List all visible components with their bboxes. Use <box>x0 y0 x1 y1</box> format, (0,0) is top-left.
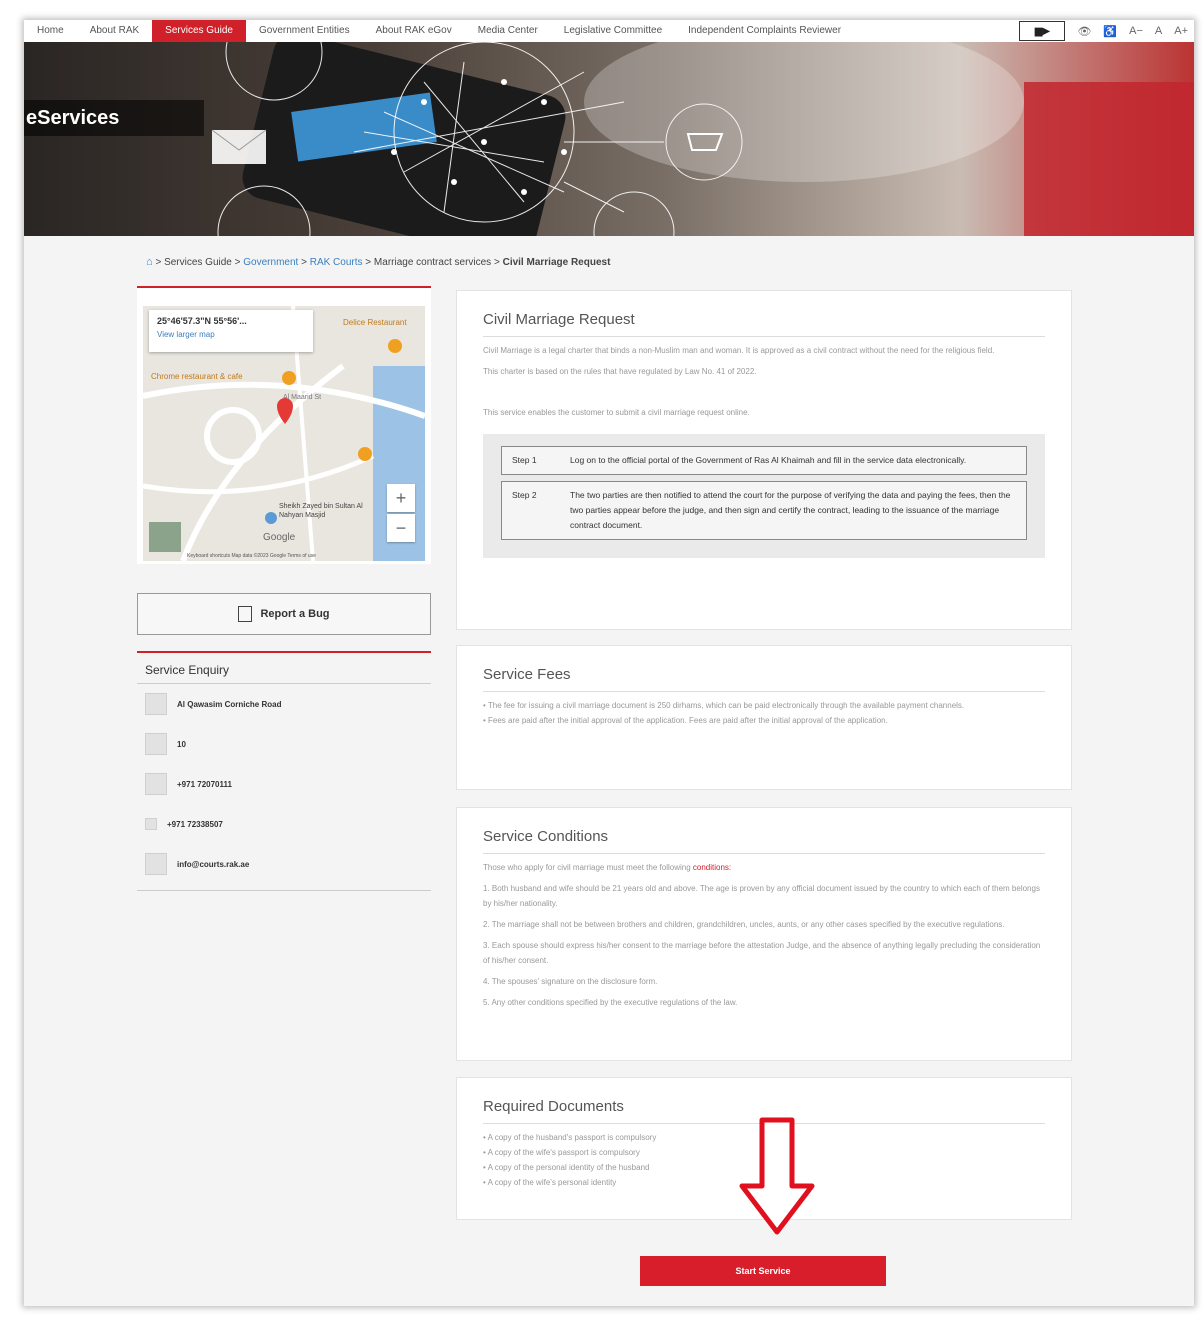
condition-item: 2. The marriage shall not be between bro… <box>483 920 1005 929</box>
font-decrease-button[interactable]: A− <box>1129 25 1143 37</box>
zoom-in-button[interactable]: + <box>387 484 415 512</box>
fee-item: • Fees are paid after the initial approv… <box>483 716 888 725</box>
enquiry-fax: +971 72338507 <box>137 804 431 844</box>
map-panel: 25°46'57.3"N 55°56'... View larger map D… <box>137 286 431 564</box>
report-icon <box>238 606 253 622</box>
map-label-restaurant: Delice Restaurant <box>343 318 407 327</box>
step-label: Step 2 <box>512 490 537 500</box>
breadcrumb-marriage-services[interactable]: Marriage contract services <box>374 257 491 268</box>
step-text: Log on to the official portal of the Gov… <box>570 455 967 465</box>
hero-banner: eServices <box>24 42 1194 236</box>
breadcrumb: ⌂ > Services Guide > Government > RAK Co… <box>146 256 611 268</box>
top-nav: Home About RAK Services Guide Government… <box>24 20 1194 42</box>
nav-legislative-committee[interactable]: Legislative Committee <box>551 20 675 42</box>
enquiry-po-box: 10 <box>137 724 431 764</box>
breadcrumb-rak-courts[interactable]: RAK Courts <box>310 257 363 268</box>
condition-item: 1. Both husband and wife should be 21 ye… <box>483 884 1040 908</box>
nav-about-rak-egov[interactable]: About RAK eGov <box>363 20 465 42</box>
map-label-mosque: Sheikh Zayed bin Sultan Al Nahyan Masjid <box>279 503 363 519</box>
condition-item: 3. Each spouse should express his/her co… <box>483 941 1041 965</box>
request-title: Civil Marriage Request <box>483 291 1045 337</box>
breadcrumb-services-guide[interactable]: Services Guide <box>164 257 232 268</box>
eye-icon[interactable]: 👁 <box>1077 25 1091 38</box>
step-1: Step 1 Log on to the official portal of … <box>501 446 1027 475</box>
start-service-button[interactable]: Start Service <box>640 1256 886 1286</box>
request-law: This charter is based on the rules that … <box>483 367 757 376</box>
nav-complaints-reviewer[interactable]: Independent Complaints Reviewer <box>675 20 854 42</box>
nav-media-center[interactable]: Media Center <box>465 20 551 42</box>
request-enables: This service enables the customer to sub… <box>483 408 750 417</box>
nav-about-rak[interactable]: About RAK <box>77 20 152 42</box>
conditions-link[interactable]: conditions: <box>693 863 731 872</box>
map-label-cafe: Chrome restaurant & cafe <box>151 372 243 381</box>
enquiry-phone: +971 72070111 <box>137 764 431 804</box>
network-illustration <box>211 42 1194 236</box>
conditions-card: Service Conditions Those who apply for c… <box>456 807 1072 1061</box>
font-increase-button[interactable]: A+ <box>1174 25 1188 37</box>
mailbox-icon <box>145 733 167 755</box>
conditions-intro: Those who apply for civil marriage must … <box>483 863 732 872</box>
request-intro: Civil Marriage is a legal charter that b… <box>483 346 995 355</box>
phone-icon <box>145 773 167 795</box>
hero-title: eServices <box>24 100 204 136</box>
map-coordinates: 25°46'57.3"N 55°56'... <box>157 316 247 326</box>
zoom-out-button[interactable]: − <box>387 514 415 542</box>
step-label: Step 1 <box>512 455 537 465</box>
breadcrumb-current: Civil Marriage Request <box>502 257 611 268</box>
page-frame: Home About RAK Services Guide Government… <box>24 20 1194 1306</box>
email-icon <box>145 853 167 875</box>
down-arrow-icon <box>739 1117 815 1235</box>
condition-item: 5. Any other conditions specified by the… <box>483 998 738 1007</box>
steps-box: Step 1 Log on to the official portal of … <box>483 434 1045 558</box>
nav-government-entities[interactable]: Government Entities <box>246 20 363 42</box>
report-bug-button[interactable]: Report a Bug <box>137 593 431 635</box>
service-enquiry-panel: Service Enquiry Al Qawasim Corniche Road… <box>137 651 431 891</box>
enquiry-address: Al Qawasim Corniche Road <box>137 684 431 724</box>
breadcrumb-government[interactable]: Government <box>243 257 298 268</box>
request-card: Civil Marriage Request Civil Marriage is… <box>456 290 1072 630</box>
conditions-title: Service Conditions <box>483 808 1045 854</box>
accessibility-tools: ▆▶ 👁 ♿ A− A A+ <box>1019 21 1194 41</box>
fee-item: • The fee for issuing a civil marriage d… <box>483 701 965 710</box>
nav-home[interactable]: Home <box>24 20 77 42</box>
report-bug-label: Report a Bug <box>260 608 330 620</box>
step-text: The two parties are then notified to att… <box>570 490 1011 530</box>
service-enquiry-title: Service Enquiry <box>137 653 431 684</box>
map-info-card: 25°46'57.3"N 55°56'... View larger map <box>149 310 313 352</box>
enquiry-email: info@courts.rak.ae <box>137 844 431 884</box>
google-logo: Google <box>263 532 296 543</box>
view-larger-map-link[interactable]: View larger map <box>157 330 305 339</box>
condition-item: 4. The spouses' signature on the disclos… <box>483 977 658 986</box>
monitor-icon[interactable]: ▆▶ <box>1019 21 1066 41</box>
home-icon[interactable]: ⌂ <box>146 256 153 268</box>
fees-title: Service Fees <box>483 646 1045 692</box>
location-icon <box>145 693 167 715</box>
step-2: Step 2 The two parties are then notified… <box>501 481 1027 540</box>
accessibility-icon[interactable]: ♿ <box>1103 25 1117 38</box>
font-reset-button[interactable]: A <box>1155 25 1162 37</box>
map-label-street: Al Maarid St <box>283 394 322 401</box>
embedded-map[interactable]: 25°46'57.3"N 55°56'... View larger map D… <box>143 306 425 561</box>
map-footer: Keyboard shortcuts Map data ©2023 Google… <box>187 553 316 559</box>
nav-services-guide[interactable]: Services Guide <box>152 20 246 42</box>
fees-card: Service Fees • The fee for issuing a civ… <box>456 645 1072 790</box>
fax-icon <box>145 818 157 830</box>
